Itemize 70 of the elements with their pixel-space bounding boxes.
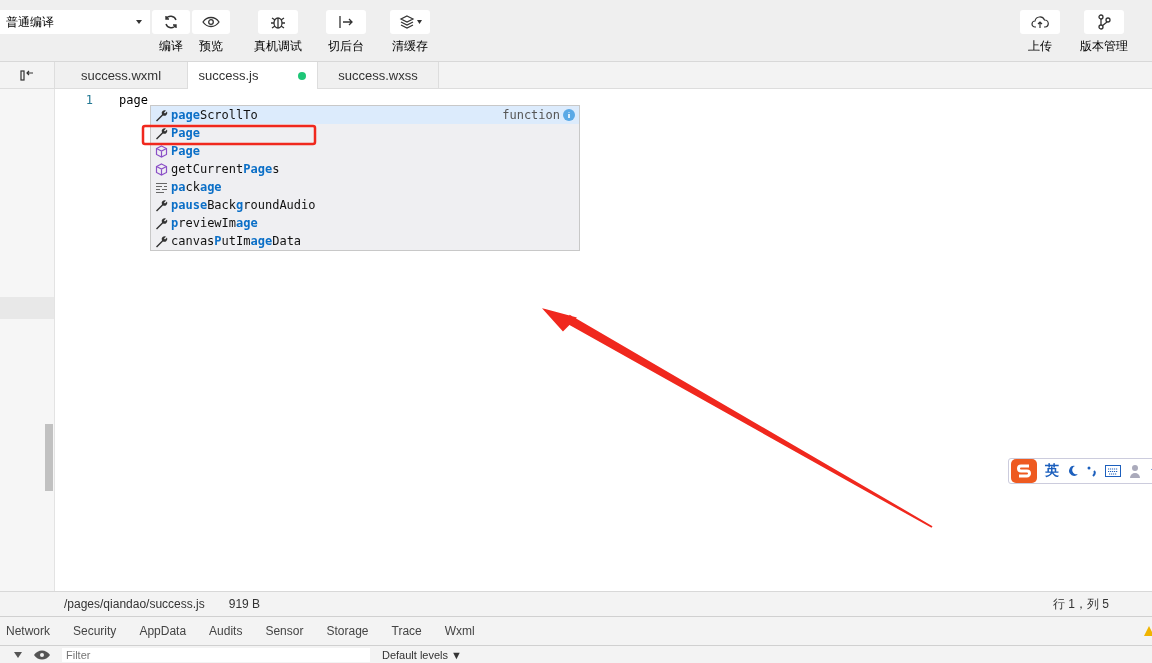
suggestion-item[interactable]: pageScrollTo function [151,106,579,124]
wrench-icon [155,198,168,212]
cube-icon [155,144,168,158]
toolbar-label: 清缓存 [392,38,428,55]
toolbar-button[interactable] [390,10,430,34]
branch-icon [1097,14,1111,30]
devtools-tab[interactable]: Security [73,624,117,638]
devtools-tab[interactable]: AppData [139,624,187,638]
collapse-sidebar-icon[interactable] [20,69,34,81]
levels-dropdown[interactable]: Default levels ▼ [382,648,462,661]
bug-icon [270,14,286,30]
moon-icon[interactable] [1067,465,1079,477]
file-path: /pages/qiandao/success.js [64,597,205,611]
refresh-icon [163,14,179,30]
ime-logo-icon [1017,463,1031,479]
caret-icon [136,20,142,24]
toolbar-button[interactable] [258,10,298,34]
eye-icon[interactable] [34,649,50,660]
tab-label: success.wxss [338,67,418,83]
toolbar-button[interactable] [152,10,190,34]
code-line: page [119,93,148,107]
cube-icon [155,162,168,176]
suggestion-item[interactable]: Page [151,142,579,160]
toolbar-button[interactable] [1084,10,1124,34]
toolbar-button[interactable] [192,10,230,34]
toolbar-label: 预览 [199,38,223,55]
eye-icon [202,16,220,28]
devtools-tab[interactable]: Network [6,624,50,638]
toolbar-label: 上传 [1028,38,1052,55]
toolbar-label: 切后台 [328,38,364,55]
filter-field[interactable]: Filter [62,647,370,662]
toolbar-label: 版本管理 [1080,38,1128,55]
devtools-tab[interactable]: Trace [391,624,422,638]
caret-icon[interactable] [14,651,22,658]
exit-arrow-icon [338,15,354,29]
wrench-icon [155,108,168,122]
wrench-icon [155,216,168,230]
suggestion-item[interactable]: previewImage [151,214,579,232]
devtools-tab[interactable]: Sensor [265,624,304,638]
wrench-icon [155,126,168,140]
suggestion-item[interactable]: pauseBackgroundAudio [151,196,579,214]
suggestion-item[interactable]: getCurrentPages [151,160,579,178]
wrench-icon [155,234,168,248]
layers-icon [398,14,415,30]
line-number: 1 [84,93,93,107]
toolbar-label: 真机调试 [254,38,302,55]
devtools-tab[interactable]: Wxml [444,624,475,638]
toolbar-button[interactable] [1020,10,1060,34]
keyboard-icon[interactable] [1105,465,1121,477]
suggestion-item[interactable]: canvasPutImageData [151,232,579,250]
file-size: 919 B [228,597,261,611]
devtools-tab[interactable]: Audits [209,624,243,638]
text-lines-icon [155,180,168,194]
punctuation-icon[interactable] [1087,465,1097,477]
cursor-position: 行 1，列 5 [1053,595,1109,613]
tab-label: success.js [198,68,259,83]
devtools-tab[interactable]: Storage [326,624,369,638]
tab-label: success.wxml [80,67,162,83]
file-tab[interactable]: success.js [188,62,318,89]
toolbar-button[interactable] [326,10,366,34]
cloud-upload-icon [1031,15,1049,29]
suggestion-item[interactable]: Page [151,124,579,142]
suggestion-item[interactable]: package [151,178,579,196]
warning-icon [1144,626,1152,636]
scrollbar-thumb[interactable] [45,424,53,491]
caret-icon [416,20,422,24]
ime-language[interactable]: 英 [1045,462,1059,480]
compile-mode-select[interactable]: 普通编译 [0,10,150,34]
suggestion-detail: function [502,108,560,122]
toolbar-label: 编译 [159,38,183,55]
